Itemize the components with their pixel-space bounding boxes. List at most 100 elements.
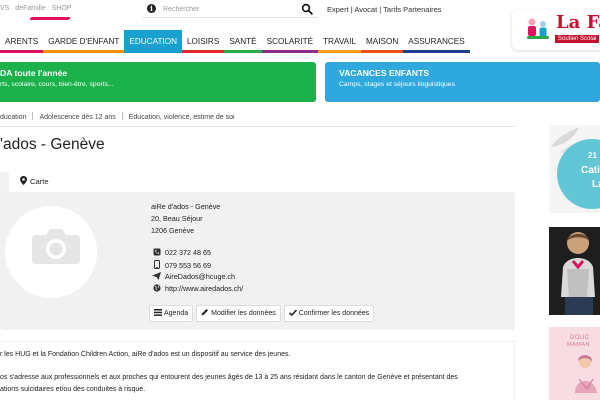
pencil-icon bbox=[201, 309, 209, 316]
nav-item-garde-enfant[interactable]: GARDE D'ENFANT bbox=[43, 30, 125, 53]
partner-link-avocat[interactable]: Avocat bbox=[354, 5, 377, 14]
nav-item-parents[interactable]: ARENTS bbox=[0, 30, 44, 53]
nav-underline bbox=[224, 50, 262, 53]
ad-text: Cati bbox=[581, 165, 600, 176]
org-city: 1206 Genève bbox=[151, 226, 195, 235]
confirm-data-button-label: Confirmer les données bbox=[298, 310, 370, 317]
ad-banner-maman[interactable]: DOUC MAMAN bbox=[549, 327, 600, 400]
edit-data-button[interactable]: Modifier les données bbox=[196, 305, 281, 322]
confirm-data-button[interactable]: Confirmer les données bbox=[283, 305, 375, 322]
nav-label: GARDE D'ENFANT bbox=[48, 37, 120, 46]
nav-item-loisirs[interactable]: LOISIRS bbox=[182, 30, 225, 53]
description-line: r les HUG et la Fondation Children Actio… bbox=[0, 351, 291, 358]
nav-label: ASSURANCES bbox=[408, 37, 465, 46]
banner-activities[interactable]: DA toute l'année rts, scolaire, cours, b… bbox=[0, 62, 316, 102]
logo-tagline: Soutien Scolai bbox=[555, 35, 600, 43]
child-photo bbox=[549, 227, 600, 315]
contact-website[interactable]: http://www.airedados.ch/ bbox=[151, 284, 243, 293]
breadcrumb-separator bbox=[32, 112, 34, 120]
breadcrumb-item[interactable]: ducation bbox=[0, 114, 26, 121]
nav-underline bbox=[43, 50, 125, 53]
partner-link-tarifs[interactable]: Tarifs Partenaires bbox=[383, 5, 441, 14]
breadcrumb-item[interactable]: Education, violence, estime de soi bbox=[129, 114, 235, 121]
banner-holidays[interactable]: VACANCES ENFANTS Camps, stages et séjour… bbox=[325, 62, 600, 102]
ad-banner-event[interactable]: 21 Cati La bbox=[549, 125, 600, 213]
ad-text: La bbox=[592, 179, 600, 190]
nav-underline bbox=[318, 50, 361, 53]
breadcrumb-item[interactable]: Adolescence dès 12 ans bbox=[39, 114, 115, 121]
nav-underline bbox=[261, 50, 319, 53]
family-figures-icon bbox=[527, 18, 549, 39]
checkmark-icon bbox=[288, 309, 297, 317]
edit-data-button-label: Modifier les données bbox=[211, 310, 276, 317]
banner-subtitle: Camps, stages et séjours linguistiques bbox=[339, 81, 455, 88]
ad-text: DOUC bbox=[570, 335, 590, 341]
description-line: os s'adresse aux professionnels et aux p… bbox=[0, 374, 458, 381]
info-icon[interactable]: i bbox=[147, 4, 156, 13]
nav-label: ARENTS bbox=[5, 37, 39, 46]
top-bar: VS deFamille SHOP i Expert | Avocat | Ta… bbox=[0, 0, 600, 22]
contact-email[interactable]: AireDados@hcuge.ch bbox=[151, 272, 235, 281]
nav-label: TRAVAIL bbox=[323, 37, 356, 46]
ad-text: 21 bbox=[588, 151, 597, 160]
nav-label: SCOLARITÉ bbox=[266, 37, 314, 46]
nav-item-scolarite[interactable]: SCOLARITÉ bbox=[261, 30, 319, 53]
email-address: AireDados@hcuge.ch bbox=[165, 272, 236, 281]
top-links: VS deFamille SHOP bbox=[0, 5, 75, 12]
page-title: 'ados - Genève bbox=[0, 136, 105, 153]
ad-banner-photo[interactable] bbox=[549, 227, 600, 315]
woman-illustration bbox=[575, 355, 597, 393]
top-link-shop[interactable]: SHOP bbox=[52, 5, 72, 12]
nav-label: EDUCATION bbox=[129, 37, 177, 46]
nav-underline bbox=[403, 50, 470, 53]
nav-item-maison[interactable]: MAISON bbox=[360, 30, 404, 53]
partner-links: Expert | Avocat | Tarifs Partenaires bbox=[327, 5, 442, 14]
contact-mobile[interactable]: 079 553 56 69 bbox=[151, 260, 211, 270]
brand-swoosh bbox=[29, 17, 71, 20]
nav-underline bbox=[0, 50, 44, 53]
search-box: i bbox=[143, 2, 318, 18]
list-icon bbox=[154, 309, 162, 316]
tab-map[interactable]: Carte bbox=[20, 176, 49, 186]
search-icon[interactable] bbox=[301, 3, 313, 15]
nav-item-sante[interactable]: SANTÉ bbox=[224, 30, 262, 53]
partner-link-expert[interactable]: Expert bbox=[327, 5, 349, 14]
agenda-button-label: Agenda bbox=[164, 310, 189, 317]
site-logo[interactable]: La Fam Soutien Scolai bbox=[512, 10, 600, 50]
nav-item-assurances[interactable]: ASSURANCES bbox=[403, 30, 470, 53]
divider bbox=[0, 126, 515, 127]
banner-title: DA toute l'année bbox=[0, 68, 68, 78]
tab-map-label: Carte bbox=[30, 177, 49, 186]
mobile-icon bbox=[153, 260, 160, 269]
banner-subtitle: rts, scolaire, cours, bien-être, sports.… bbox=[0, 81, 114, 88]
logo-name: La Fam bbox=[556, 12, 600, 33]
description-line: ations suicidaires et/ou des conduites à… bbox=[0, 386, 146, 393]
send-icon bbox=[152, 272, 161, 280]
website-url: http://www.airedados.ch/ bbox=[165, 284, 244, 293]
org-street: 20, Beau Séjour bbox=[151, 214, 203, 223]
nav-underline bbox=[182, 50, 225, 53]
nav-item-education[interactable]: EDUCATION bbox=[124, 30, 182, 53]
card-actions: Agenda Modifier les données Confirmer le… bbox=[149, 305, 377, 322]
nav-item-travail[interactable]: TRAVAIL bbox=[318, 30, 361, 53]
phone-number: 022 372 48 65 bbox=[165, 248, 211, 257]
ad-text: MAMAN bbox=[567, 342, 590, 348]
nav-underline bbox=[360, 50, 404, 53]
globe-icon bbox=[152, 284, 161, 292]
phone-icon bbox=[153, 248, 160, 256]
search-input[interactable] bbox=[163, 3, 293, 15]
breadcrumb-separator bbox=[121, 112, 123, 120]
top-link-defamille[interactable]: deFamille bbox=[15, 5, 45, 12]
org-name: aiRe d'ados - Genève bbox=[151, 202, 221, 211]
nav-label: MAISON bbox=[365, 37, 399, 46]
tab-details[interactable] bbox=[0, 172, 9, 192]
agenda-button[interactable]: Agenda bbox=[149, 305, 194, 322]
mobile-number: 079 553 56 69 bbox=[165, 261, 211, 270]
breadcrumb: ducation Adolescence dès 12 ans Education,… bbox=[0, 112, 235, 121]
map-marker-icon bbox=[20, 176, 27, 185]
camera-icon bbox=[32, 229, 80, 264]
contact-phone[interactable]: 022 372 48 65 bbox=[151, 248, 211, 257]
main-nav: ARENTS GARDE D'ENFANT EDUCATION LOISIRS … bbox=[0, 30, 470, 53]
nav-label: SANTÉ bbox=[229, 37, 257, 46]
top-link-vs[interactable]: VS bbox=[0, 5, 9, 12]
